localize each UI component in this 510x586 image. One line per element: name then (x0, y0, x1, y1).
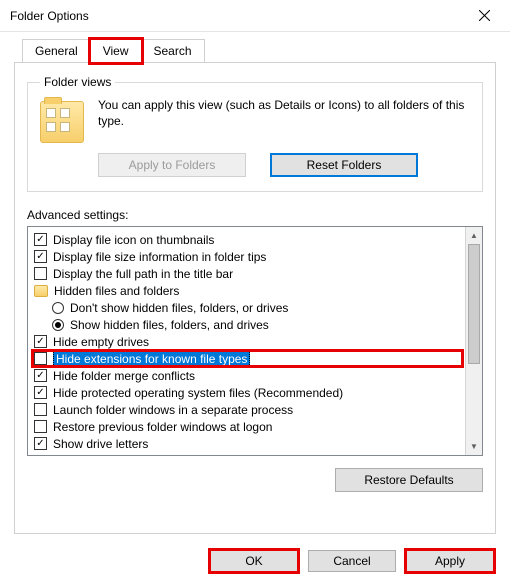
list-item[interactable]: Don't show hidden files, folders, or dri… (32, 299, 463, 316)
list-item-label: Launch folder windows in a separate proc… (53, 403, 293, 417)
list-item[interactable]: Hide folder merge conflicts (32, 367, 463, 384)
list-item[interactable]: Display the full path in the title bar (32, 265, 463, 282)
scroll-up-icon[interactable]: ▲ (466, 227, 482, 244)
folder-icon (40, 101, 84, 143)
list-item[interactable]: Hidden files and folders (32, 282, 463, 299)
list-item[interactable]: Display file size information in folder … (32, 248, 463, 265)
apply-button[interactable]: Apply (406, 550, 494, 572)
list-item[interactable]: Show drive letters (32, 435, 463, 452)
list-item-label: Hidden files and folders (54, 284, 179, 298)
checkbox[interactable] (34, 335, 47, 348)
list-item-label: Hide folder merge conflicts (53, 369, 195, 383)
window-title: Folder Options (10, 9, 89, 23)
list-item[interactable]: Display file icon on thumbnails (32, 231, 463, 248)
list-item[interactable]: Show hidden files, folders, and drives (32, 316, 463, 333)
tab-panel-view: Folder views You can apply this view (su… (14, 62, 496, 534)
list-item-label: Show hidden files, folders, and drives (70, 318, 269, 332)
checkbox[interactable] (34, 437, 47, 450)
ok-button[interactable]: OK (210, 550, 298, 572)
folder-views-legend: Folder views (40, 75, 115, 89)
apply-to-folders-button: Apply to Folders (98, 153, 246, 177)
list-item-label: Display the full path in the title bar (53, 267, 233, 281)
tab-general[interactable]: General (22, 39, 91, 63)
titlebar: Folder Options (0, 0, 510, 32)
list-item-label: Display file size information in folder … (53, 250, 266, 264)
checkbox[interactable] (34, 369, 47, 382)
tab-view[interactable]: View (90, 39, 142, 63)
dialog-content: General View Search Folder views You can… (0, 32, 510, 544)
radio[interactable] (52, 319, 64, 331)
radio[interactable] (52, 302, 64, 314)
folder-views-desc: You can apply this view (such as Details… (98, 97, 470, 129)
list-item-label: Don't show hidden files, folders, or dri… (70, 301, 288, 315)
list-item-label: Hide empty drives (53, 335, 149, 349)
list-item-label: Show drive letters (53, 437, 148, 451)
folder-icon (34, 285, 48, 297)
scroll-down-icon[interactable]: ▼ (466, 438, 482, 455)
list-item[interactable]: Launch folder windows in a separate proc… (32, 401, 463, 418)
folder-views-group: Folder views You can apply this view (su… (27, 75, 483, 192)
scroll-thumb[interactable] (468, 244, 480, 364)
advanced-settings-box: Display file icon on thumbnails Display f… (27, 226, 483, 456)
list-item-label: Restore previous folder windows at logon (53, 420, 272, 434)
list-item-label: Hide extensions for known file types (53, 351, 250, 367)
close-button[interactable] (464, 2, 504, 30)
list-item[interactable]: Hide empty drives (32, 333, 463, 350)
checkbox[interactable] (34, 420, 47, 433)
dialog-footer: OK Cancel Apply (0, 544, 510, 584)
scroll-track[interactable] (466, 244, 482, 438)
checkbox[interactable] (34, 233, 47, 246)
cancel-button[interactable]: Cancel (308, 550, 396, 572)
restore-defaults-button[interactable]: Restore Defaults (335, 468, 483, 492)
checkbox[interactable] (34, 386, 47, 399)
checkbox[interactable] (34, 352, 47, 365)
close-icon (479, 10, 490, 21)
tabstrip: General View Search (22, 38, 496, 62)
list-item[interactable]: Restore previous folder windows at logon (32, 418, 463, 435)
advanced-settings-label: Advanced settings: (27, 208, 483, 222)
list-item-label: Hide protected operating system files (R… (53, 386, 343, 400)
reset-folders-button[interactable]: Reset Folders (270, 153, 418, 177)
checkbox[interactable] (34, 403, 47, 416)
tab-search[interactable]: Search (141, 39, 205, 63)
advanced-settings-list[interactable]: Display file icon on thumbnails Display f… (28, 227, 465, 455)
scrollbar[interactable]: ▲ ▼ (465, 227, 482, 455)
checkbox[interactable] (34, 250, 47, 263)
list-item-label: Display file icon on thumbnails (53, 233, 214, 247)
list-item[interactable]: Hide protected operating system files (R… (32, 384, 463, 401)
checkbox[interactable] (34, 267, 47, 280)
list-item[interactable]: Hide extensions for known file types (32, 350, 463, 367)
